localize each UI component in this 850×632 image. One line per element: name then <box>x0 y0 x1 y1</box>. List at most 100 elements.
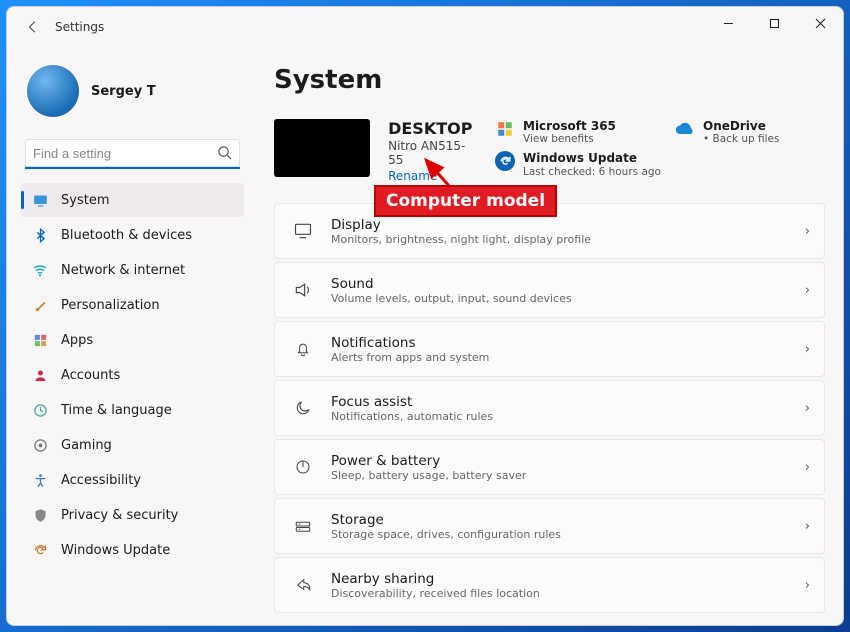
power-icon <box>289 458 317 476</box>
top-right-tiles: Microsoft 365 View benefits OneDrive • B… <box>495 119 825 178</box>
sidebar-item-label: Network & internet <box>61 263 185 278</box>
setting-notifications[interactable]: NotificationsAlerts from apps and system… <box>274 321 825 377</box>
card-title: Notifications <box>331 335 489 351</box>
sound-icon <box>289 280 317 300</box>
card-title: Nearby sharing <box>331 571 540 587</box>
search-wrap <box>25 139 240 169</box>
moon-icon <box>289 399 317 417</box>
sidebar-item-label: Apps <box>61 333 93 348</box>
card-sub: Monitors, brightness, night light, displ… <box>331 233 591 246</box>
brush-icon <box>31 296 49 314</box>
system-icon <box>31 191 49 209</box>
tile-sub: • Back up files <box>703 133 779 145</box>
sidebar-item-time[interactable]: Time & language <box>21 393 244 427</box>
settings-window: Settings Sergey T <box>6 6 844 626</box>
tile-m365[interactable]: Microsoft 365 View benefits <box>495 119 665 145</box>
card-sub: Notifications, automatic rules <box>331 410 493 423</box>
setting-sound[interactable]: SoundVolume levels, output, input, sound… <box>274 262 825 318</box>
card-title: Power & battery <box>331 453 526 469</box>
m365-icon <box>495 119 515 139</box>
avatar <box>27 65 79 117</box>
tile-windows-update[interactable]: Windows Update Last checked: 6 hours ago <box>495 151 825 177</box>
account-block[interactable]: Sergey T <box>21 47 244 139</box>
card-sub: Storage space, drives, configuration rul… <box>331 528 561 541</box>
clock-globe-icon <box>31 401 49 419</box>
close-icon <box>815 18 826 29</box>
tile-title: Windows Update <box>523 151 661 165</box>
maximize-button[interactable] <box>751 7 797 39</box>
tile-title: Microsoft 365 <box>523 119 616 133</box>
card-title: Focus assist <box>331 394 493 410</box>
display-icon <box>289 221 317 241</box>
chevron-right-icon: › <box>805 519 810 534</box>
card-sub: Sleep, battery usage, battery saver <box>331 469 526 482</box>
chevron-right-icon: › <box>805 342 810 357</box>
setting-storage[interactable]: StorageStorage space, drives, configurat… <box>274 498 825 554</box>
sidebar-item-bluetooth[interactable]: Bluetooth & devices <box>21 218 244 252</box>
person-icon <box>31 366 49 384</box>
setting-power[interactable]: Power & batterySleep, battery usage, bat… <box>274 439 825 495</box>
sidebar-item-accessibility[interactable]: Accessibility <box>21 463 244 497</box>
sidebar-item-accounts[interactable]: Accounts <box>21 358 244 392</box>
sidebar-item-personalization[interactable]: Personalization <box>21 288 244 322</box>
update-icon <box>31 541 49 559</box>
chevron-right-icon: › <box>805 224 810 239</box>
storage-icon <box>289 517 317 535</box>
page-heading: System <box>274 65 825 95</box>
card-title: Sound <box>331 276 572 292</box>
sidebar-item-label: Accounts <box>61 368 120 383</box>
chevron-right-icon: › <box>805 401 810 416</box>
search-input[interactable] <box>25 139 240 169</box>
desktop-preview <box>274 119 370 177</box>
setting-focus[interactable]: Focus assistNotifications, automatic rul… <box>274 380 825 436</box>
sidebar-item-privacy[interactable]: Privacy & security <box>21 498 244 532</box>
card-sub: Discoverability, received files location <box>331 587 540 600</box>
window-title: Settings <box>55 20 104 34</box>
card-sub: Alerts from apps and system <box>331 351 489 364</box>
close-button[interactable] <box>797 7 843 39</box>
share-icon <box>289 576 317 594</box>
sidebar: Sergey T System <box>7 47 252 625</box>
bluetooth-icon <box>31 226 49 244</box>
search-icon <box>217 145 232 164</box>
titlebar: Settings <box>7 7 843 47</box>
onedrive-icon <box>675 119 695 139</box>
sidebar-item-windows-update[interactable]: Windows Update <box>21 533 244 567</box>
device-header: DESKTOP Nitro AN515-55 Rename Microsoft … <box>274 119 825 183</box>
settings-list: DisplayMonitors, brightness, night light… <box>274 203 825 613</box>
main-content: System DESKTOP Nitro AN515-55 Rename Mic… <box>252 47 843 625</box>
sidebar-item-gaming[interactable]: Gaming <box>21 428 244 462</box>
gaming-icon <box>31 436 49 454</box>
sidebar-item-system[interactable]: System <box>21 183 244 217</box>
update-circle-icon <box>495 151 515 171</box>
sidebar-item-network[interactable]: Network & internet <box>21 253 244 287</box>
sidebar-item-label: Gaming <box>61 438 112 453</box>
tile-onedrive[interactable]: OneDrive • Back up files <box>675 119 825 145</box>
sidebar-item-label: System <box>61 193 109 208</box>
sidebar-item-label: Time & language <box>61 403 172 418</box>
sidebar-item-label: Accessibility <box>61 473 141 488</box>
maximize-icon <box>769 18 780 29</box>
tile-title: OneDrive <box>703 119 779 133</box>
accessibility-icon <box>31 471 49 489</box>
chevron-right-icon: › <box>805 578 810 593</box>
bell-icon <box>289 340 317 358</box>
chevron-right-icon: › <box>805 283 810 298</box>
card-title: Display <box>331 217 591 233</box>
sidebar-item-apps[interactable]: Apps <box>21 323 244 357</box>
wifi-icon <box>31 261 49 279</box>
device-name: DESKTOP <box>388 119 477 138</box>
sidebar-item-label: Windows Update <box>61 543 170 558</box>
window-controls <box>705 7 843 39</box>
sidebar-item-label: Privacy & security <box>61 508 178 523</box>
card-sub: Volume levels, output, input, sound devi… <box>331 292 572 305</box>
back-button[interactable] <box>19 13 47 41</box>
tile-sub: Last checked: 6 hours ago <box>523 166 661 178</box>
setting-nearby[interactable]: Nearby sharingDiscoverability, received … <box>274 557 825 613</box>
sidebar-item-label: Personalization <box>61 298 160 313</box>
account-name: Sergey T <box>91 84 156 99</box>
callout-label: Computer model <box>374 185 557 217</box>
minimize-icon <box>723 18 734 29</box>
minimize-button[interactable] <box>705 7 751 39</box>
chevron-right-icon: › <box>805 460 810 475</box>
